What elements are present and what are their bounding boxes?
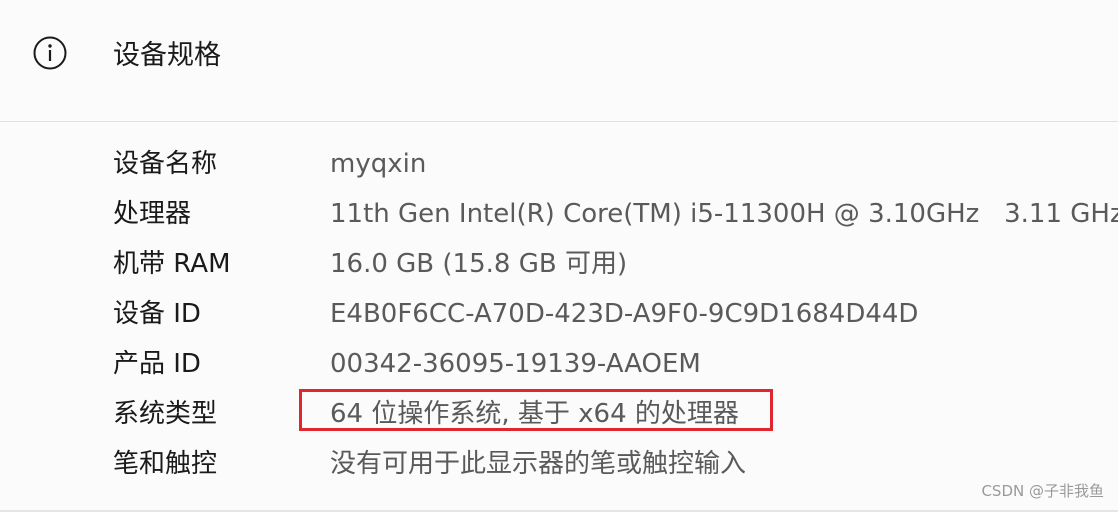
device-specs-header[interactable]: 设备规格 [0,0,1118,122]
device-specs-panel: 设备规格 设备名称 myqxin 处理器 11th Gen Intel(R) C… [0,0,1118,512]
spec-label: 设备名称 [113,149,218,179]
spec-label: 机带 RAM [113,249,231,279]
spec-row-processor: 处理器 11th Gen Intel(R) Core(TM) i5-11300H… [0,191,1118,237]
info-icon [33,36,67,70]
spec-value: E4B0F6CC-A70D-423D-A9F0-9C9D1684D44D [330,299,919,329]
spec-label: 设备 ID [113,299,201,329]
spec-row-pen-touch: 笔和触控 没有可用于此显示器的笔或触控输入 [0,441,1118,487]
spec-value: 00342-36095-19139-AAOEM [330,349,701,379]
spec-row-device-id: 设备 ID E4B0F6CC-A70D-423D-A9F0-9C9D1684D4… [0,291,1118,337]
spec-label: 系统类型 [113,399,218,429]
spec-value: myqxin [330,149,427,179]
spec-label: 笔和触控 [113,449,218,479]
spec-row-device-name: 设备名称 myqxin [0,141,1118,187]
watermark: CSDN @子非我鱼 [981,482,1104,500]
spec-value: 16.0 GB (15.8 GB 可用) [330,249,628,279]
spec-label: 产品 ID [113,349,201,379]
spec-row-ram: 机带 RAM 16.0 GB (15.8 GB 可用) [0,241,1118,287]
spec-value: 没有可用于此显示器的笔或触控输入 [330,449,747,479]
annotation-highlight-box [299,389,773,431]
section-title: 设备规格 [113,40,221,71]
spec-value: 11th Gen Intel(R) Core(TM) i5-11300H @ 3… [330,199,1118,229]
spec-row-product-id: 产品 ID 00342-36095-19139-AAOEM [0,341,1118,387]
spec-label: 处理器 [113,199,192,229]
